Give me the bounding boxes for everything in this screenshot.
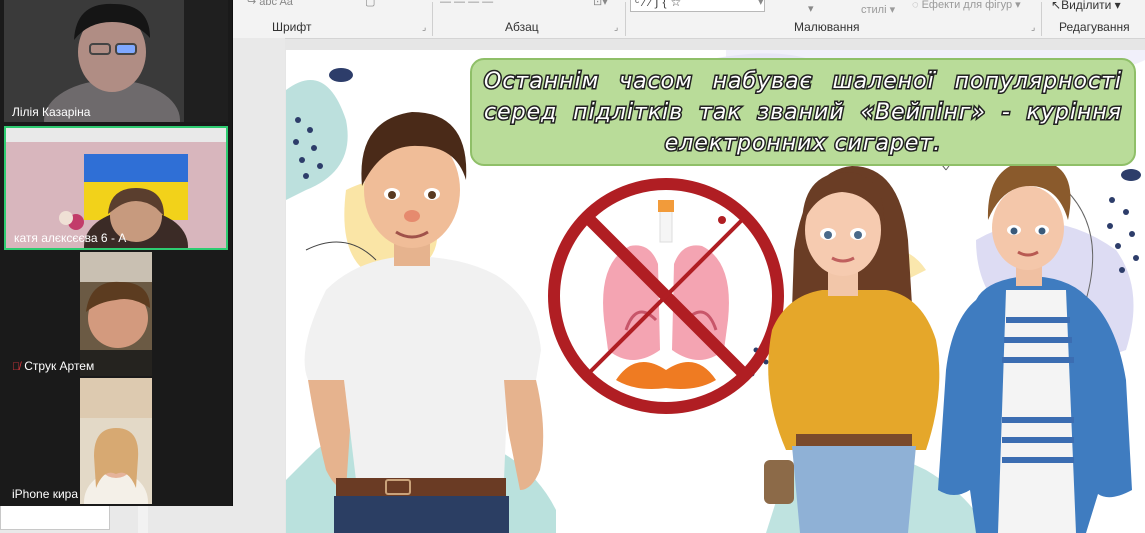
participant-tile[interactable]: 🎙̸ Струк Артем [4, 252, 228, 376]
mic-muted-icon: 🎙̸ [12, 361, 21, 373]
participant-name: Лілія Казаріна [12, 105, 91, 119]
participant-video [4, 252, 228, 376]
boy-figure [938, 160, 1132, 533]
participant-video [4, 0, 228, 122]
font-dialog-launcher-icon[interactable]: ⌟ [422, 22, 426, 33]
ribbon-arrange-icon[interactable]: ⊡▾ [593, 0, 608, 8]
participant-tile[interactable]: Лілія Казаріна [4, 0, 228, 122]
no-vaping-sign [548, 178, 784, 414]
ribbon-clear-format-icon[interactable]: ▢ [365, 0, 375, 8]
group-label-font: Шрифт [272, 20, 312, 34]
shape-effects-button[interactable]: ◌ Ефекти для фігур ▾ [912, 0, 1021, 11]
ribbon-font-controls[interactable]: ↪ abc Aa [247, 0, 293, 8]
paragraph-dialog-launcher-icon[interactable]: ⌟ [614, 22, 618, 33]
ribbon-separator [1041, 2, 1042, 36]
participant-tile[interactable]: iPhone кира [4, 378, 228, 504]
callout-text: Останнім часом набуває шаленої популярно… [483, 67, 1123, 157]
quick-styles-arrow[interactable]: ▾ [808, 2, 814, 15]
participant-name: катя алєксєєва 6 - А [14, 231, 127, 245]
ribbon-separator [625, 2, 626, 36]
participant-tile-active[interactable]: катя алєксєєва 6 - А [4, 126, 228, 250]
shapes-gallery[interactable]: ᶜ⁄∕∫{☆ [630, 0, 765, 12]
cursor-icon: ↖ [1051, 0, 1062, 12]
quick-styles-button[interactable]: стилі ▾ [861, 3, 895, 16]
drawing-dialog-launcher-icon[interactable]: ⌟ [1031, 22, 1035, 33]
group-label-paragraph: Абзац [505, 20, 539, 34]
girl-figure [764, 166, 940, 533]
slide-canvas[interactable]: Останнім часом набуває шаленої популярно… [286, 50, 1145, 533]
group-label-editing: Редагування [1059, 20, 1130, 34]
participant-name: 🎙̸ Струк Артем [12, 359, 95, 373]
ribbon-separator [432, 2, 433, 36]
select-button[interactable]: ↖Виділити ▾ [1051, 0, 1121, 12]
shape-effects-icon: ◌ [912, 0, 922, 11]
participant-name: iPhone кира [12, 487, 78, 501]
shapes-gallery-more[interactable]: ▾ [758, 0, 764, 8]
group-label-drawing: Малювання [794, 20, 860, 34]
participant-video [4, 378, 228, 504]
callout-text-box[interactable]: Останнім часом набуває шаленої популярно… [470, 58, 1136, 166]
video-participants-panel: Лілія Казаріна катя алєксєєва 6 - А 🎙̸ Ст… [0, 0, 233, 506]
ribbon-paragraph-controls[interactable]: — — — — [440, 0, 493, 8]
participant-video [6, 128, 226, 248]
